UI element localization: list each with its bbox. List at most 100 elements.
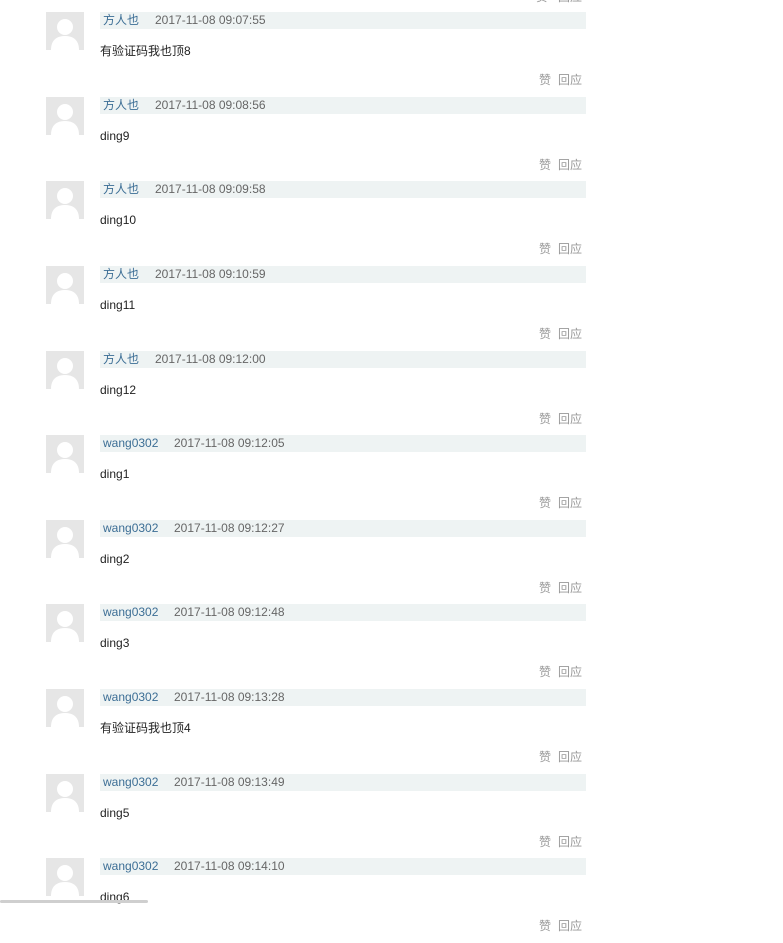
like-button[interactable]: 赞 [539, 581, 551, 595]
like-button[interactable]: 赞 [539, 242, 551, 256]
comment-actions: 赞回应 [539, 241, 582, 257]
avatar[interactable] [46, 858, 84, 896]
comment-time: 2017-11-08 09:12:27 [174, 521, 285, 535]
comment-text: 有验证码我也顶8 [100, 44, 191, 58]
avatar[interactable] [46, 351, 84, 389]
avatar[interactable] [46, 774, 84, 812]
comment-header: 方人也 2017-11-08 09:10:59 [100, 266, 586, 283]
comment-actions: 赞回应 [539, 326, 582, 342]
reply-button[interactable]: 回应 [558, 919, 582, 933]
comment-author[interactable]: wang0302 [103, 858, 158, 875]
comment-text: ding11 [100, 298, 136, 312]
avatar[interactable] [46, 266, 84, 304]
reply-button[interactable]: 回应 [558, 242, 582, 256]
avatar[interactable] [46, 604, 84, 642]
previous-comment-actions: 赞 回应 [536, 0, 582, 4]
comment-header: wang0302 2017-11-08 09:13:49 [100, 774, 586, 791]
comment-time: 2017-11-08 09:08:56 [155, 98, 266, 112]
comment-item: wang0302 2017-11-08 09:13:28 有验证码我也顶4 赞回应 [0, 689, 783, 774]
reply-button[interactable]: 回应 [558, 73, 582, 87]
comment-time: 2017-11-08 09:12:48 [174, 605, 285, 619]
comment-header: wang0302 2017-11-08 09:12:05 [100, 435, 586, 452]
comment-actions: 赞回应 [539, 664, 582, 680]
comment-header: wang0302 2017-11-08 09:13:28 [100, 689, 586, 706]
comment-item: 方人也 2017-11-08 09:07:55 有验证码我也顶8 赞回应 [0, 12, 783, 97]
avatar[interactable] [46, 689, 84, 727]
like-button[interactable]: 赞 [539, 665, 551, 679]
comment-text: ding10 [100, 213, 137, 227]
comment-text: ding1 [100, 467, 130, 481]
comment-item: wang0302 2017-11-08 09:12:48 ding3 赞回应 [0, 604, 783, 689]
comment-author[interactable]: 方人也 [103, 12, 139, 29]
reply-button[interactable]: 回应 [558, 581, 582, 595]
comment-item: 方人也 2017-11-08 09:10:59 ding11 赞回应 [0, 266, 783, 351]
like-button[interactable]: 赞 [539, 835, 551, 849]
reply-button[interactable]: 回应 [558, 0, 582, 4]
comment-actions: 赞回应 [539, 157, 582, 173]
comment-actions: 赞回应 [539, 72, 582, 88]
comment-header: 方人也 2017-11-08 09:08:56 [100, 97, 586, 114]
comment-item: 方人也 2017-11-08 09:12:00 ding12 赞回应 [0, 351, 783, 436]
comment-item: wang0302 2017-11-08 09:13:49 ding5 赞回应 [0, 774, 783, 859]
comment-author[interactable]: 方人也 [103, 266, 139, 283]
like-button[interactable]: 赞 [539, 412, 551, 426]
comment-item: 方人也 2017-11-08 09:08:56 ding9 赞回应 [0, 97, 783, 182]
comment-time: 2017-11-08 09:12:00 [155, 352, 266, 366]
reply-button[interactable]: 回应 [558, 412, 582, 426]
like-button[interactable]: 赞 [539, 158, 551, 172]
reply-button[interactable]: 回应 [558, 327, 582, 341]
comment-author[interactable]: 方人也 [103, 97, 139, 114]
comment-time: 2017-11-08 09:09:58 [155, 182, 266, 196]
reply-button[interactable]: 回应 [558, 750, 582, 764]
comment-text: ding12 [100, 383, 137, 397]
reply-button[interactable]: 回应 [558, 665, 582, 679]
comment-actions: 赞回应 [539, 749, 582, 765]
reply-button[interactable]: 回应 [558, 496, 582, 510]
like-button[interactable]: 赞 [539, 73, 551, 87]
comment-header: wang0302 2017-11-08 09:12:48 [100, 604, 586, 621]
comment-author[interactable]: wang0302 [103, 774, 158, 791]
comment-header: 方人也 2017-11-08 09:12:00 [100, 351, 586, 368]
comment-text: ding3 [100, 636, 130, 650]
like-button[interactable]: 赞 [539, 919, 551, 933]
comment-actions: 赞回应 [539, 580, 582, 596]
comment-header: wang0302 2017-11-08 09:14:10 [100, 858, 586, 875]
comment-time: 2017-11-08 09:13:28 [174, 690, 285, 704]
like-button[interactable]: 赞 [539, 496, 551, 510]
comment-author[interactable]: 方人也 [103, 181, 139, 198]
comment-time: 2017-11-08 09:07:55 [155, 13, 266, 27]
comment-text: ding9 [100, 129, 130, 143]
comment-time: 2017-11-08 09:14:10 [174, 859, 285, 873]
comment-item: wang0302 2017-11-08 09:12:27 ding2 赞回应 [0, 520, 783, 605]
like-button[interactable]: 赞 [536, 0, 548, 4]
comment-author[interactable]: wang0302 [103, 520, 158, 537]
avatar[interactable] [46, 97, 84, 135]
comment-author[interactable]: 方人也 [103, 351, 139, 368]
avatar[interactable] [46, 181, 84, 219]
comment-time: 2017-11-08 09:13:49 [174, 775, 285, 789]
comment-text: ding5 [100, 806, 130, 820]
comment-actions: 赞回应 [539, 834, 582, 850]
comment-header: 方人也 2017-11-08 09:07:55 [100, 12, 586, 29]
reply-button[interactable]: 回应 [558, 158, 582, 172]
comment-text: 有验证码我也顶4 [100, 721, 191, 735]
comment-time: 2017-11-08 09:12:05 [174, 436, 285, 450]
comment-actions: 赞回应 [539, 411, 582, 427]
comment-author[interactable]: wang0302 [103, 435, 158, 452]
comment-header: 方人也 2017-11-08 09:09:58 [100, 181, 586, 198]
comment-item: 方人也 2017-11-08 09:09:58 ding10 赞回应 [0, 181, 783, 266]
comment-header: wang0302 2017-11-08 09:12:27 [100, 520, 586, 537]
comment-author[interactable]: wang0302 [103, 689, 158, 706]
avatar[interactable] [46, 12, 84, 50]
comment-item: wang0302 2017-11-08 09:12:05 ding1 赞回应 [0, 435, 783, 520]
comment-text: ding2 [100, 552, 130, 566]
comment-time: 2017-11-08 09:10:59 [155, 267, 266, 281]
like-button[interactable]: 赞 [539, 327, 551, 341]
reply-button[interactable]: 回应 [558, 835, 582, 849]
comment-actions: 赞回应 [539, 918, 582, 934]
avatar[interactable] [46, 435, 84, 473]
like-button[interactable]: 赞 [539, 750, 551, 764]
comment-actions: 赞回应 [539, 495, 582, 511]
comment-author[interactable]: wang0302 [103, 604, 158, 621]
avatar[interactable] [46, 520, 84, 558]
